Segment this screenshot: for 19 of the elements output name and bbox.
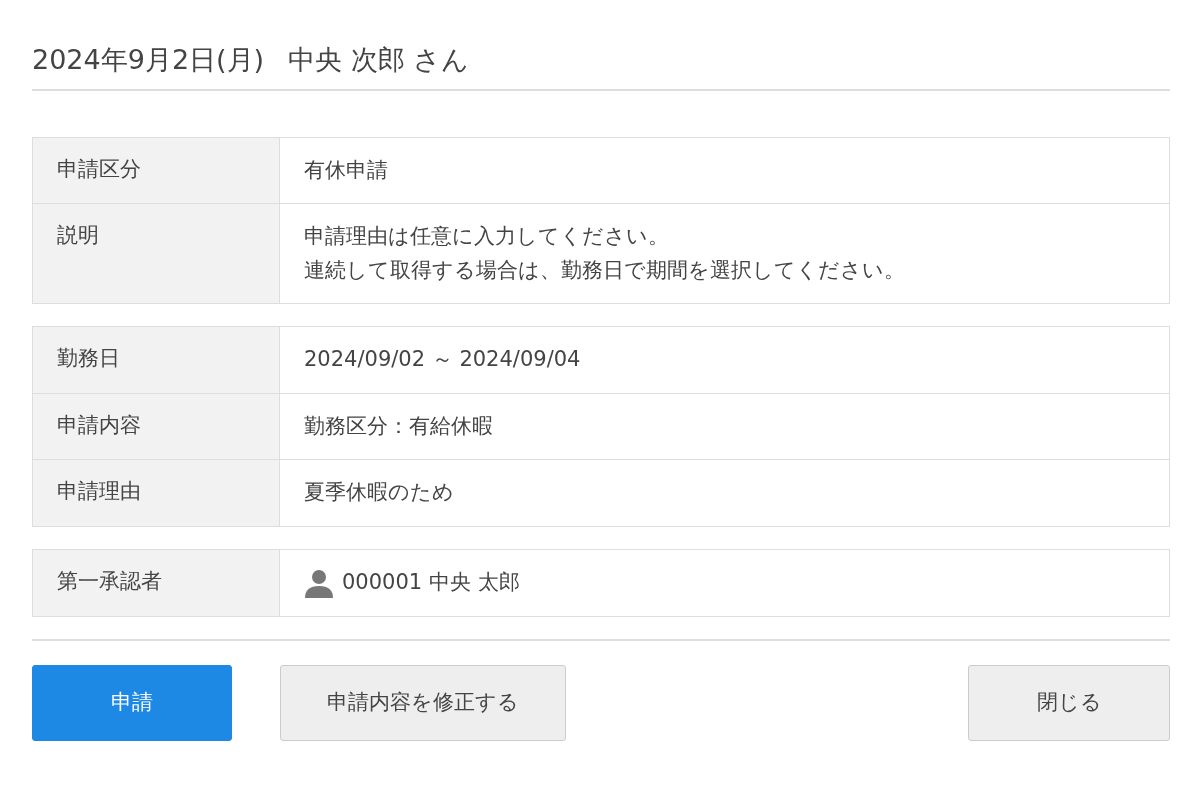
approver-name: 000001 中央 太郎: [342, 569, 520, 597]
field-value: 2024/09/02 ～ 2024/09/04: [304, 346, 581, 374]
field-label: 申請区分: [33, 137, 280, 204]
field-value: 申請理由は任意に入力してください。: [304, 223, 670, 251]
action-button[interactable]: 閉じる: [968, 664, 1170, 741]
field-value: 夏季休暇のため: [304, 479, 454, 507]
applicant-name: 中央 次郎 さん: [288, 43, 470, 77]
field-value: 連続して取得する場合は、勤務日で期間を選択してください。: [304, 256, 905, 284]
field-label: 申請内容: [33, 393, 280, 460]
field-value: 勤務区分：有給休暇: [304, 412, 493, 440]
field-label: 申請理由: [33, 460, 280, 527]
submit-button[interactable]: 申請: [32, 664, 232, 741]
action-button[interactable]: 申請内容を修正する: [280, 664, 566, 741]
field-label: 説明: [33, 204, 280, 304]
date-text: 2024年9月2日(月): [32, 43, 265, 77]
field-value: 有休申請: [304, 156, 388, 184]
field-label: 勤務日: [33, 327, 280, 393]
field-label: 第一承認者: [33, 550, 280, 616]
person-icon: [304, 567, 334, 598]
